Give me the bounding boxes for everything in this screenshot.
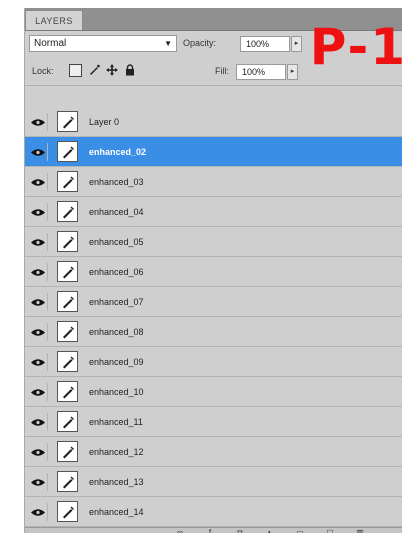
layer-name: enhanced_02 bbox=[89, 147, 147, 157]
move-icon[interactable] bbox=[105, 64, 118, 77]
eye-icon[interactable] bbox=[29, 263, 48, 281]
eye-icon[interactable] bbox=[29, 293, 48, 311]
layer-name: enhanced_12 bbox=[89, 447, 144, 457]
watermark-label: P-1 bbox=[309, 18, 402, 76]
brush-icon[interactable] bbox=[57, 501, 78, 522]
checkerboard-icon[interactable] bbox=[69, 64, 82, 77]
layer-name: enhanced_06 bbox=[89, 267, 144, 277]
brush-icon[interactable] bbox=[57, 321, 78, 342]
layer-row[interactable]: enhanced_02 bbox=[25, 137, 402, 167]
layers-list: Layer 0 enhanced_02 enhanced_03 enhanced_04… bbox=[25, 107, 402, 527]
lock-label: Lock: bbox=[32, 66, 54, 76]
layer-name: enhanced_09 bbox=[89, 357, 144, 367]
eye-icon[interactable] bbox=[29, 173, 48, 191]
brush-icon[interactable] bbox=[57, 351, 78, 372]
eye-icon[interactable] bbox=[29, 323, 48, 341]
chevron-down-icon: ▼ bbox=[164, 39, 172, 48]
brush-icon[interactable] bbox=[57, 171, 78, 192]
layer-row[interactable]: enhanced_10 bbox=[25, 377, 402, 407]
layer-row[interactable]: enhanced_13 bbox=[25, 467, 402, 497]
layer-row[interactable]: enhanced_12 bbox=[25, 437, 402, 467]
link-icon[interactable]: ∞ bbox=[175, 529, 185, 533]
eye-icon[interactable] bbox=[29, 443, 48, 461]
layer-row[interactable]: enhanced_06 bbox=[25, 257, 402, 287]
blend-mode-value: Normal bbox=[34, 38, 67, 49]
layer-row[interactable]: enhanced_07 bbox=[25, 287, 402, 317]
layer-name: enhanced_13 bbox=[89, 477, 144, 487]
layer-row[interactable]: enhanced_09 bbox=[25, 347, 402, 377]
brush-icon[interactable] bbox=[57, 261, 78, 282]
adjustment-icon[interactable]: ◐ bbox=[265, 529, 275, 533]
brush-icon[interactable] bbox=[57, 111, 78, 132]
new-layer-icon[interactable]: ▢ bbox=[325, 529, 335, 533]
opacity-slider-arrow[interactable]: ▸ bbox=[291, 36, 302, 52]
eye-icon[interactable] bbox=[29, 503, 48, 521]
blend-mode-select[interactable]: Normal ▼ bbox=[29, 35, 177, 52]
eye-icon[interactable] bbox=[29, 143, 48, 161]
brush-icon[interactable] bbox=[57, 381, 78, 402]
layer-name: enhanced_10 bbox=[89, 387, 144, 397]
brush-icon[interactable] bbox=[57, 231, 78, 252]
fill-slider-arrow[interactable]: ▸ bbox=[287, 64, 298, 80]
brush-icon[interactable] bbox=[57, 441, 78, 462]
eye-icon[interactable] bbox=[29, 383, 48, 401]
layer-name: enhanced_14 bbox=[89, 507, 144, 517]
layer-name: enhanced_03 bbox=[89, 177, 144, 187]
layer-name: enhanced_08 bbox=[89, 327, 144, 337]
brush-icon[interactable] bbox=[57, 141, 78, 162]
padlock-icon[interactable] bbox=[123, 64, 136, 77]
layer-name: enhanced_05 bbox=[89, 237, 144, 247]
mask-icon[interactable]: ◘ bbox=[235, 529, 245, 533]
layer-name: enhanced_11 bbox=[89, 417, 143, 427]
eye-icon[interactable] bbox=[29, 233, 48, 251]
layer-row[interactable]: enhanced_05 bbox=[25, 227, 402, 257]
layer-row[interactable]: enhanced_04 bbox=[25, 197, 402, 227]
fill-label: Fill: bbox=[215, 66, 229, 76]
layer-name: Layer 0 bbox=[89, 117, 120, 127]
layer-name: enhanced_04 bbox=[89, 207, 144, 217]
layer-row[interactable]: enhanced_11 bbox=[25, 407, 402, 437]
panel-bottom-toolbar: ∞ f ◘ ◐ ▭ ▢ ▥ bbox=[25, 527, 402, 533]
trash-icon[interactable]: ▥ bbox=[355, 529, 365, 533]
fill-field[interactable]: 100% bbox=[236, 64, 286, 80]
brush-icon[interactable] bbox=[57, 201, 78, 222]
layer-name: enhanced_07 bbox=[89, 297, 144, 307]
fx-icon[interactable]: f bbox=[205, 529, 215, 533]
brush-icon[interactable] bbox=[87, 64, 100, 77]
layers-panel: LAYERS Normal ▼ Opacity: 100% ▸ Lock: Fi… bbox=[24, 8, 402, 533]
brush-icon[interactable] bbox=[57, 471, 78, 492]
eye-icon[interactable] bbox=[29, 353, 48, 371]
layer-row[interactable]: enhanced_03 bbox=[25, 167, 402, 197]
tab-layers[interactable]: LAYERS bbox=[25, 10, 83, 30]
eye-icon[interactable] bbox=[29, 473, 48, 491]
opacity-field[interactable]: 100% bbox=[240, 36, 290, 52]
folder-icon[interactable]: ▭ bbox=[295, 529, 305, 533]
eye-icon[interactable] bbox=[29, 203, 48, 221]
eye-icon[interactable] bbox=[29, 113, 48, 131]
brush-icon[interactable] bbox=[57, 411, 78, 432]
layer-row[interactable]: Layer 0 bbox=[25, 107, 402, 137]
layer-row[interactable]: enhanced_08 bbox=[25, 317, 402, 347]
eye-icon[interactable] bbox=[29, 413, 48, 431]
layer-row[interactable]: enhanced_14 bbox=[25, 497, 402, 527]
brush-icon[interactable] bbox=[57, 291, 78, 312]
opacity-label: Opacity: bbox=[183, 38, 217, 48]
